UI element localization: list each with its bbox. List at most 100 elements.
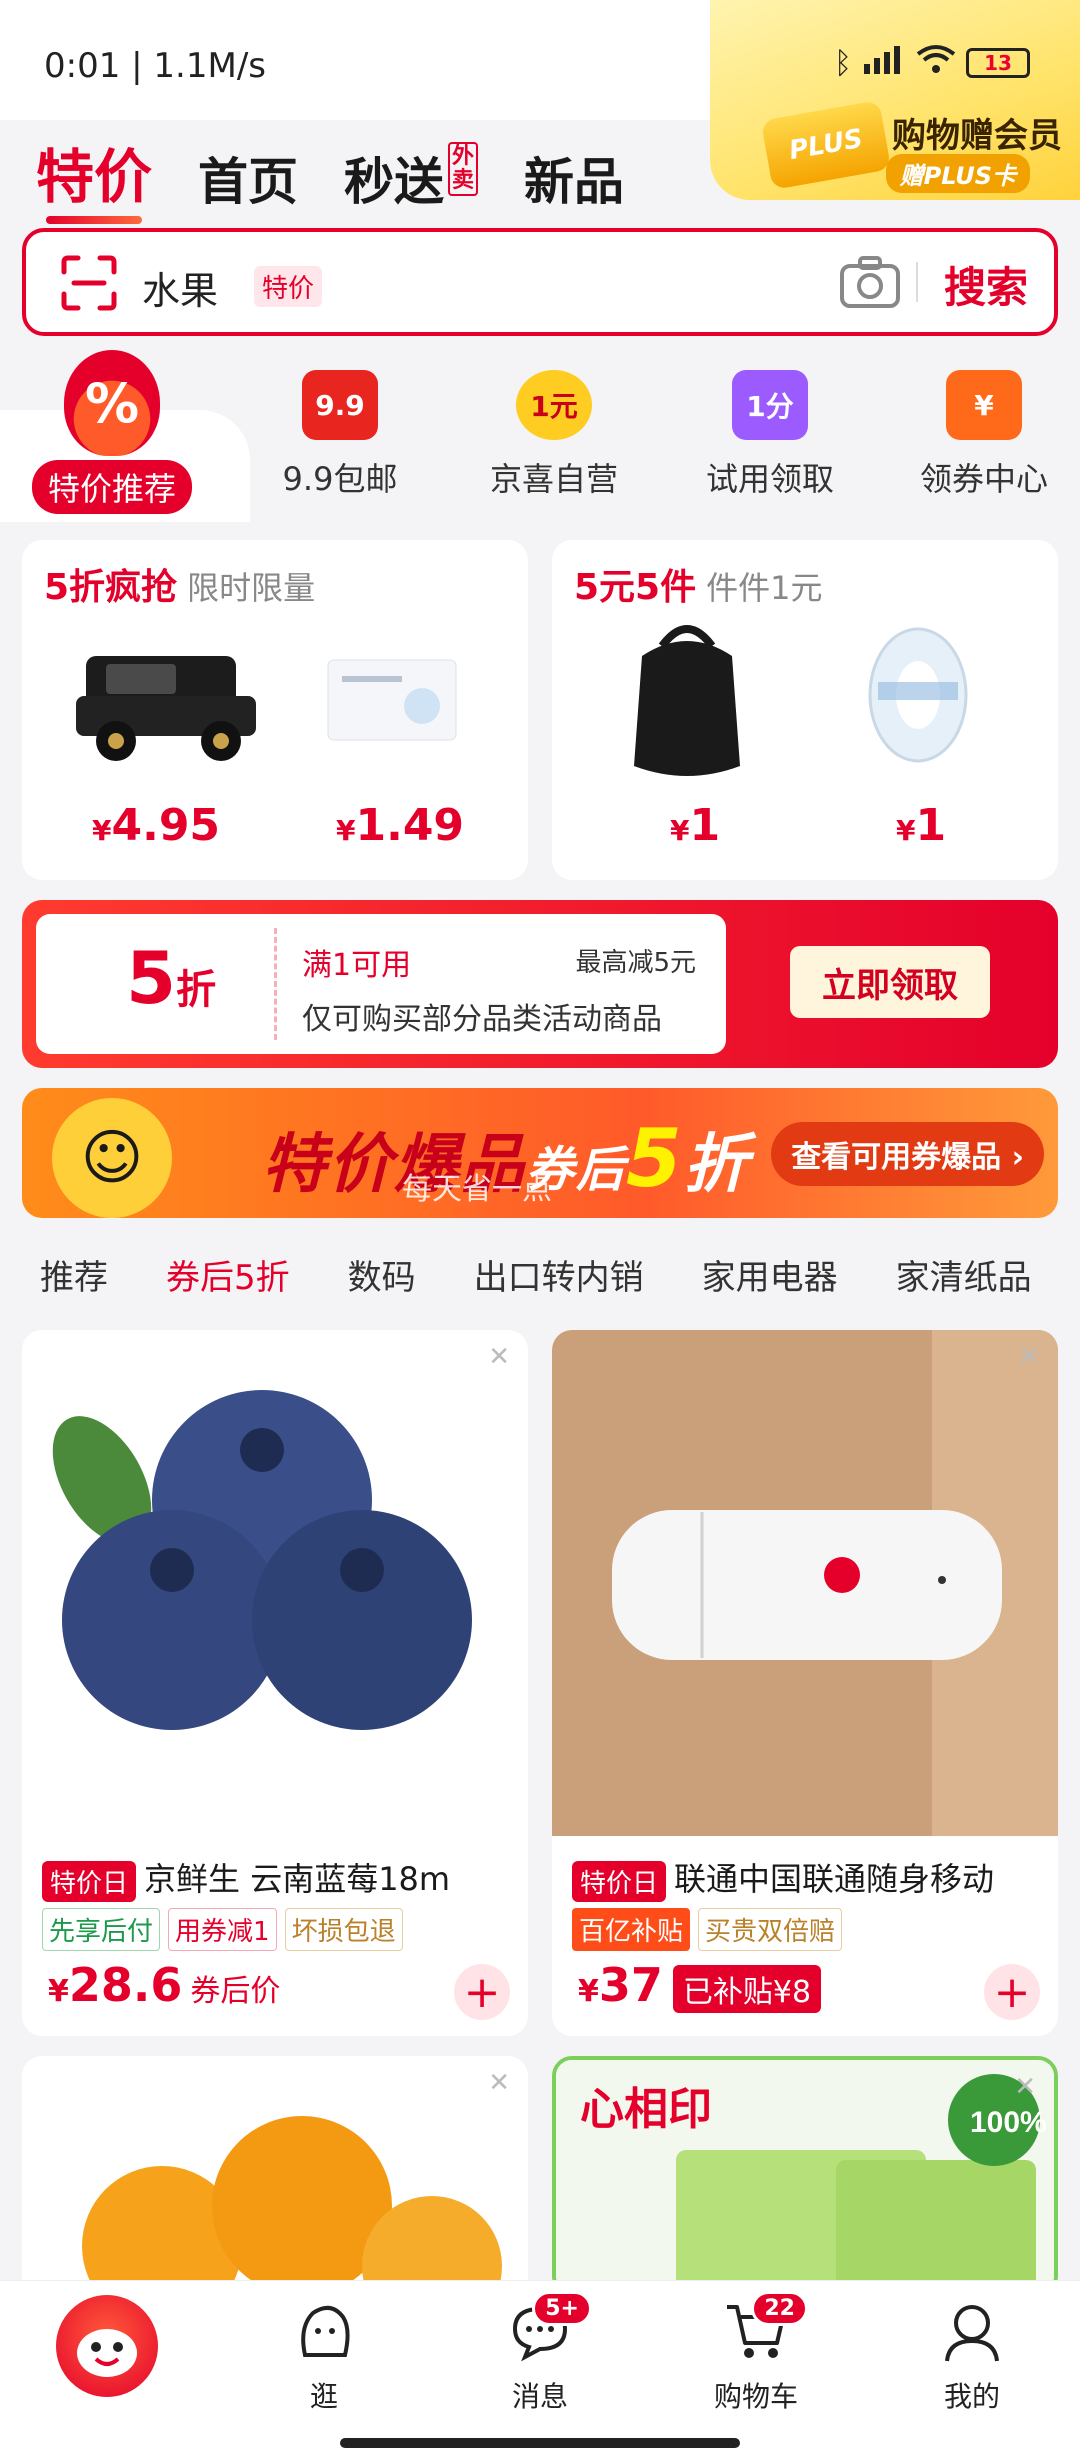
product-price: ¥37 已补贴¥8 bbox=[578, 1958, 822, 2013]
product-title-text: 京鲜生 云南蓝莓18m bbox=[144, 1860, 451, 1898]
price-note: 券后价 bbox=[190, 1974, 281, 2009]
category-item-hot[interactable]: % 特价推荐 bbox=[22, 350, 202, 514]
filter-tab-recommend[interactable]: 推荐 bbox=[40, 1250, 108, 1299]
category-label: 领券中心 bbox=[919, 460, 1048, 498]
deal-price: ¥1 bbox=[896, 800, 946, 851]
coupon-value: 5折 bbox=[126, 936, 216, 1020]
jd-home-icon[interactable] bbox=[56, 2295, 158, 2397]
deal-card-half-price[interactable]: 5折疯抢 限时限量 ¥4.95 ¥1.49 bbox=[22, 540, 528, 880]
tab-tejia[interactable]: 特价 bbox=[36, 130, 152, 224]
close-icon[interactable]: ✕ bbox=[1014, 2072, 1036, 2102]
category-label: 9.9包邮 bbox=[282, 460, 398, 498]
filter-tab-cleaning[interactable]: 家清纸品 bbox=[896, 1250, 1032, 1299]
price-value: 37 bbox=[598, 1958, 663, 2012]
search-divider bbox=[916, 262, 918, 302]
bottom-nav: 逛 5+ 消息 22 购物车 我的 bbox=[0, 2280, 1080, 2460]
category-item-9-9[interactable]: 9.9 9.9包邮 bbox=[240, 350, 440, 500]
product-card[interactable]: ✕ 特价日 京鲜生 云南蓝莓18m 先享后付 用券减1 坏损包退 ¥28.6 券后价… bbox=[22, 1330, 528, 2036]
tissue-pack-image: 心相印 100% bbox=[556, 2060, 1054, 2292]
coupon-ticket: 5折 满1可用 最高减5元 仅可购买部分品类活动商品 bbox=[36, 914, 726, 1054]
home-indicator[interactable] bbox=[340, 2438, 740, 2448]
currency-symbol: ¥ bbox=[48, 1974, 69, 2009]
nav-browse[interactable]: 逛 bbox=[254, 2299, 394, 2415]
claim-coupon-button[interactable]: 立即领取 bbox=[790, 946, 990, 1018]
battery-icon: 13 bbox=[966, 48, 1030, 78]
face-towel-image bbox=[327, 659, 457, 741]
deal-price: ¥1.49 bbox=[336, 800, 464, 851]
filter-tab-digital[interactable]: 数码 bbox=[348, 1250, 416, 1299]
product-card[interactable]: ✕ 特价日 联通中国联通随身移动 百亿补贴 买贵双倍赔 ¥37 已补贴¥8 + bbox=[552, 1330, 1058, 2036]
category-item-jingxi[interactable]: 1元 京喜自营 bbox=[454, 350, 654, 500]
close-icon[interactable]: ✕ bbox=[488, 2068, 510, 2098]
tab-new[interactable]: 新品 bbox=[524, 142, 624, 214]
tab-miaosong-label: 秒送 bbox=[344, 153, 445, 211]
plus-promo[interactable]: ᛒ 13 PLUS 购物赠会员 赠PLUS卡 bbox=[710, 0, 1080, 200]
product-card[interactable]: 心相印 100% ✕ bbox=[552, 2056, 1058, 2296]
currency-symbol: ¥ bbox=[896, 814, 916, 847]
tab-home[interactable]: 首页 bbox=[198, 142, 298, 214]
category-label: 试用领取 bbox=[705, 460, 834, 498]
hot-banner-five: 5 bbox=[626, 1112, 684, 1205]
deal-card-subtitle: 限时限量 bbox=[187, 569, 316, 607]
nav-cart[interactable]: 22 购物车 bbox=[686, 2291, 826, 2415]
nav-messages[interactable]: 5+ 消息 bbox=[470, 2291, 610, 2415]
tab-miaosong[interactable]: 秒送 外卖 bbox=[344, 142, 479, 214]
search-input[interactable]: 水果 bbox=[142, 260, 218, 315]
camera-icon[interactable] bbox=[838, 254, 902, 310]
add-to-cart-button[interactable]: + bbox=[454, 1964, 510, 2020]
plus-crown-icon: PLUS bbox=[760, 100, 892, 190]
category-label: 京喜自营 bbox=[489, 460, 618, 498]
scan-icon[interactable] bbox=[60, 254, 118, 312]
product-tag: 用券减1 bbox=[168, 1908, 277, 1951]
deal-card-heading: 5元5件 件件1元 bbox=[574, 558, 822, 610]
filter-tab-appliances[interactable]: 家用电器 bbox=[702, 1250, 838, 1299]
message-badge: 5+ bbox=[532, 2291, 592, 2326]
view-coupon-deals-button[interactable]: 查看可用券爆品 › bbox=[771, 1122, 1044, 1186]
filter-tab-half-off[interactable]: 券后5折 bbox=[166, 1250, 290, 1299]
filter-tab-export[interactable]: 出口转内销 bbox=[474, 1250, 644, 1299]
svg-text:心相印: 心相印 bbox=[580, 2085, 712, 2134]
one-yuan-icon: 1元 bbox=[516, 370, 592, 440]
deal-card-heading: 5折疯抢 限时限量 bbox=[44, 558, 315, 610]
trash-bag-image bbox=[634, 625, 740, 776]
percent-icon: % bbox=[64, 350, 160, 456]
category-item-coupon[interactable]: ¥ 领券中心 bbox=[884, 350, 1080, 500]
subsidy-tag: 已补贴¥8 bbox=[672, 1964, 822, 2013]
currency-symbol: ¥ bbox=[670, 814, 690, 847]
nav-label: 我的 bbox=[943, 2380, 1000, 2413]
svg-text:100%: 100% bbox=[970, 2106, 1047, 2139]
deal-card-subtitle: 件件1元 bbox=[706, 569, 823, 607]
price-value: 1.49 bbox=[355, 800, 465, 851]
hot-deals-banner[interactable]: ☺ 特价爆品券后5折 每天省一点 查看可用券爆品 › bbox=[22, 1088, 1058, 1218]
nav-profile[interactable]: 我的 bbox=[902, 2299, 1042, 2415]
nav-label: 消息 bbox=[511, 2380, 568, 2413]
takeout-tag: 外卖 bbox=[448, 142, 479, 196]
product-card[interactable]: ✕ bbox=[22, 2056, 528, 2296]
price-value: 1 bbox=[689, 800, 721, 851]
category-strip: % 特价推荐 9.9 9.9包邮 1元 京喜自营 1分 试用领取 ¥ 领券中心 bbox=[0, 350, 1080, 522]
sale-day-badge: 特价日 bbox=[42, 1860, 137, 1902]
search-button[interactable]: 搜索 bbox=[944, 254, 1028, 315]
search-bar[interactable]: 水果 特价 搜索 bbox=[22, 228, 1058, 336]
nav-label: 逛 bbox=[309, 2380, 338, 2413]
price-value: 1 bbox=[915, 800, 947, 851]
profile-icon bbox=[945, 2305, 999, 2362]
close-icon[interactable]: ✕ bbox=[1018, 1342, 1040, 1372]
price-value: 28.6 bbox=[68, 1958, 183, 2012]
currency-symbol: ¥ bbox=[92, 814, 112, 847]
category-item-trial[interactable]: 1分 试用领取 bbox=[670, 350, 870, 500]
coupon-banner[interactable]: 5折 满1可用 最高减5元 仅可购买部分品类活动商品 立即领取 bbox=[22, 900, 1058, 1068]
category-label: 特价推荐 bbox=[31, 460, 192, 514]
close-icon[interactable]: ✕ bbox=[488, 1342, 510, 1372]
deal-card-five-for-five[interactable]: 5元5件 件件1元 ¥1 ¥1 bbox=[552, 540, 1058, 880]
coupon-divider bbox=[274, 928, 277, 1040]
coupon-unit: 折 bbox=[176, 967, 217, 1013]
deal-price: ¥4.95 bbox=[92, 800, 220, 851]
product-tag: 百亿补贴 bbox=[572, 1908, 691, 1951]
add-to-cart-button[interactable]: + bbox=[984, 1964, 1040, 2020]
jd-mascot-icon bbox=[77, 2329, 137, 2377]
currency-symbol: ¥ bbox=[578, 1974, 599, 2009]
product-tag: 坏损包退 bbox=[284, 1908, 403, 1951]
currency-symbol: ¥ bbox=[336, 814, 356, 847]
deal-card-title: 5折疯抢 bbox=[44, 567, 178, 608]
